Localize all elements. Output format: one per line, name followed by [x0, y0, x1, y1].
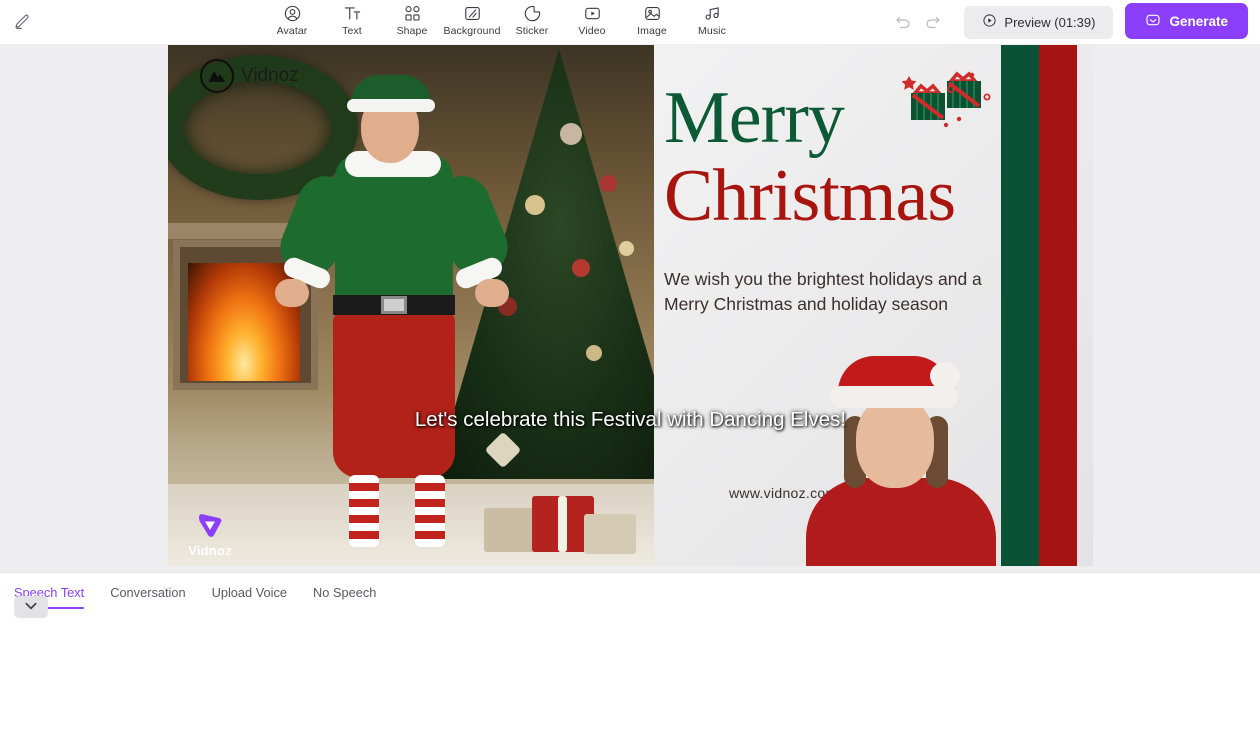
stripe-red: [1039, 45, 1077, 566]
elf-hat-fur: [347, 99, 435, 112]
scene-christmas-card: Merry Christmas We wish you the brightes…: [654, 45, 1093, 566]
tool-music[interactable]: Music: [682, 0, 742, 38]
tool-label: Text: [342, 25, 362, 37]
tool-avatar[interactable]: Avatar: [262, 0, 322, 38]
elf-tunic: [335, 155, 453, 305]
shape-icon: [403, 3, 422, 24]
santa-hat-fur: [830, 386, 958, 408]
tool-label: Avatar: [276, 25, 308, 37]
tab-label: No Speech: [313, 585, 377, 600]
preview-button[interactable]: Preview (01:39): [964, 5, 1114, 39]
video-icon: [583, 3, 602, 24]
santa-hat-woman-avatar: [800, 356, 1005, 566]
speech-panel: Speech Text Conversation Upload Voice No…: [0, 572, 1260, 730]
tab-label: Conversation: [110, 585, 186, 600]
ornament: [525, 195, 545, 215]
tool-label: Sticker: [515, 25, 549, 37]
video-preview[interactable]: Vidnoz Vidnoz Merry Christmas We wish yo…: [168, 45, 1093, 566]
mountain-logo-icon: [200, 59, 234, 93]
tool-shape[interactable]: Shape: [382, 0, 442, 38]
card-body-text: We wish you the brightest holidays and a…: [664, 269, 982, 314]
generate-icon: [1145, 12, 1161, 31]
vidnoz-logo-icon: [199, 514, 222, 537]
elf-hand-left: [275, 279, 309, 307]
ornament: [600, 175, 617, 192]
tool-text[interactable]: Text: [322, 0, 382, 38]
tool-label: Background: [443, 25, 501, 37]
tool-label: Video: [578, 25, 606, 37]
elf-sock-left: [349, 475, 379, 547]
elf-sock-right: [415, 475, 445, 547]
watermark-top-label: Vidnoz: [241, 65, 299, 86]
top-toolbar: Avatar Text Shape Background Sticker Vid…: [0, 0, 1260, 44]
tool-strip: Avatar Text Shape Background Sticker Vid…: [262, 0, 742, 44]
gift-ribbon: [558, 496, 567, 552]
tool-image[interactable]: Image: [622, 0, 682, 38]
watermark-top: Vidnoz: [200, 59, 299, 93]
ornament: [586, 345, 602, 361]
preview-label: Preview (01:39): [1004, 14, 1096, 30]
face: [856, 396, 934, 488]
card-heading-merry: Merry: [664, 77, 845, 159]
santa-hat-pom: [930, 362, 960, 390]
speech-tabs: Speech Text Conversation Upload Voice No…: [14, 585, 376, 609]
tab-no-speech[interactable]: No Speech: [313, 585, 376, 609]
elf-belt-buckle: [381, 296, 407, 314]
watermark-bottom: Vidnoz: [182, 513, 238, 558]
tool-sticker[interactable]: Sticker: [502, 0, 562, 38]
watermark-bottom-label: Vidnoz: [188, 543, 232, 558]
generate-button[interactable]: Generate: [1125, 3, 1248, 39]
background-icon: [463, 3, 482, 24]
card-heading-christmas: Christmas: [664, 155, 956, 237]
redo-icon[interactable]: [918, 8, 948, 38]
gift-box: [584, 514, 636, 554]
ornament: [560, 123, 582, 145]
tab-conversation[interactable]: Conversation: [110, 585, 185, 609]
canvas-area[interactable]: Vidnoz Vidnoz Merry Christmas We wish yo…: [0, 44, 1260, 618]
tab-upload-voice[interactable]: Upload Voice: [212, 585, 287, 609]
sticker-icon: [523, 3, 542, 24]
ornament: [619, 241, 634, 256]
tool-video[interactable]: Video: [562, 0, 622, 38]
tool-label: Shape: [396, 25, 428, 37]
gift-pile: [480, 466, 640, 556]
vidnoz-video-editor: Avatar Text Shape Background Sticker Vid…: [0, 0, 1260, 730]
pencil-icon[interactable]: [8, 8, 36, 36]
play-circle-icon: [982, 13, 997, 31]
collapse-panel-button[interactable]: [14, 596, 48, 618]
elf-pants: [333, 313, 455, 478]
gift-boxes-icon: [897, 67, 997, 137]
red-sweater: [806, 478, 996, 566]
tab-label: Upload Voice: [211, 585, 288, 600]
chevron-down-icon: [24, 598, 38, 616]
elf-hand-right: [475, 279, 509, 307]
topbar-actions: Preview (01:39) Generate: [888, 3, 1248, 39]
music-icon: [703, 3, 722, 24]
tool-background[interactable]: Background: [442, 0, 502, 38]
image-icon: [643, 3, 662, 24]
text-icon: [343, 3, 362, 24]
undo-icon[interactable]: [888, 8, 918, 38]
generate-label: Generate: [1169, 13, 1228, 29]
avatar-icon: [283, 3, 302, 24]
tool-label: Image: [637, 25, 667, 37]
ornament: [572, 259, 590, 277]
tool-label: Music: [698, 25, 726, 37]
scene-elf-livingroom: Vidnoz Vidnoz: [168, 45, 654, 566]
